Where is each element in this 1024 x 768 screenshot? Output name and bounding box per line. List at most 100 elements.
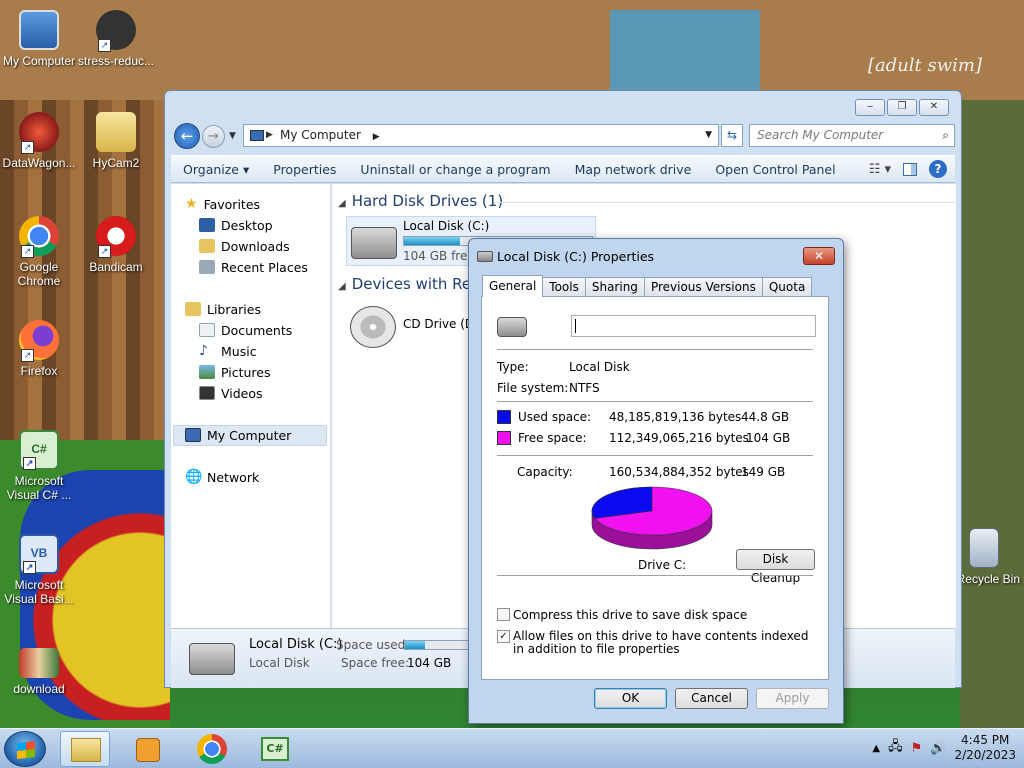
taskbar-visual-csharp[interactable]: C# [250,731,300,767]
dialog-close-button[interactable]: ✕ [803,247,835,265]
nav-pictures[interactable]: Pictures [199,362,271,382]
taskbar-media-player[interactable] [122,731,172,767]
address-row: ← → ▼ ▶ My Computer ▶ ▼ ⇆ Search My Comp… [171,123,955,149]
nav-downloads[interactable]: Downloads [199,236,290,256]
address-dropdown-icon[interactable]: ▼ [705,125,712,146]
forward-button[interactable]: → [202,125,225,148]
clock-time: 4:45 PM [961,733,1010,747]
cancel-button[interactable]: Cancel [675,688,748,709]
group-header-label: Devices with Rem [351,275,486,293]
group-header-hard-disks[interactable]: ◢ Hard Disk Drives (1) [338,192,503,210]
drive-label-input[interactable] [571,315,816,337]
nav-recent-places[interactable]: Recent Places [199,257,308,277]
drive-usage-fill [404,237,461,245]
tab-general[interactable]: General [482,275,544,297]
map-network-drive-button[interactable]: Map network drive [563,162,704,177]
folder-icon [71,738,101,762]
nav-network[interactable]: 🌐 Network [185,467,259,487]
desktop-icon-my-computer[interactable]: My Computer [0,10,79,68]
search-input[interactable]: Search My Computer ⌕ [749,124,955,147]
nav-my-computer[interactable]: My Computer [185,425,291,445]
change-view-icon[interactable]: ☷ ▾ [869,162,891,177]
nav-documents[interactable]: Documents [199,320,292,340]
collapse-icon[interactable]: ◢ [338,198,346,209]
desktop-icon-firefox[interactable]: ↗ Firefox [0,320,79,378]
apply-button[interactable]: Apply [756,688,829,709]
network-status-icon[interactable]: 🖧 [888,737,903,759]
desktop-icon-stress-reduc[interactable]: ↗ stress-reduc... [76,10,156,68]
maximize-button[interactable]: ❐ [887,99,917,116]
network-icon: 🌐 [185,469,203,485]
properties-button[interactable]: Properties [261,162,348,177]
clock-date: 2/20/2023 [954,748,1016,762]
action-center-icon[interactable]: ⚑ [911,741,923,756]
help-icon[interactable]: ? [929,160,947,178]
used-space-swatch [497,410,511,424]
taskbar-chrome[interactable] [186,731,236,767]
general-tab-panel: Type: Local Disk File system: NTFS Used … [481,296,829,680]
tab-quota[interactable]: Quota [761,277,813,297]
desktop-icon-label: Bandicam [89,260,143,274]
desktop-icon-download[interactable]: download [0,648,79,696]
divider [497,455,813,456]
nav-label: Favorites [203,196,261,212]
hard-drive-icon [189,643,235,675]
open-control-panel-button[interactable]: Open Control Panel [703,162,847,177]
tab-tools[interactable]: Tools [542,277,586,297]
ok-button[interactable]: OK [594,688,667,709]
cd-drive-icon[interactable] [350,306,396,348]
desktop-icon-label: download [13,682,65,696]
taskbar-explorer[interactable] [60,731,110,767]
recent-places-icon [199,260,215,274]
index-contents-label[interactable]: Allow files on this drive to have conten… [513,630,813,656]
desktop-icon-datawagon[interactable]: ↗ DataWagon... [0,112,79,170]
wallpaper-right [960,100,1024,730]
group-header-label: Hard Disk Drives (1) [351,192,504,210]
show-hidden-icons-icon[interactable]: ▲ [872,743,880,754]
uninstall-program-button[interactable]: Uninstall or change a program [348,162,562,177]
drive-name: Local Disk (C:) [403,219,490,233]
desktop-icon-visual-basic[interactable]: VB ↗ Microsoft Visual Basi... [0,534,79,606]
collapse-icon[interactable]: ◢ [338,281,346,292]
organize-menu[interactable]: Organize ▾ [171,162,261,177]
preview-pane-icon[interactable] [903,162,917,176]
chevron-right-icon[interactable]: ▶ [266,125,273,146]
used-space-bytes: 48,185,819,136 bytes [609,410,742,424]
desktop-icon-bandicam[interactable]: ↗ Bandicam [76,216,156,274]
nav-favorites[interactable]: ★ Favorites [185,194,260,214]
recent-pages-dropdown[interactable]: ▼ [229,131,236,141]
start-button[interactable] [4,731,46,767]
compress-drive-checkbox[interactable] [497,608,510,621]
desktop-icon-google-chrome[interactable]: ↗ Google Chrome [0,216,79,288]
breadcrumb-my-computer[interactable]: My Computer [280,128,361,142]
nav-desktop[interactable]: Desktop [199,215,273,235]
disk-cleanup-button[interactable]: Disk Cleanup [736,549,815,585]
chevron-right-icon[interactable]: ▶ [373,132,380,142]
group-header-removable[interactable]: ◢ Devices with Rem [338,275,486,293]
folder-icon [96,112,136,152]
nav-libraries[interactable]: Libraries [185,299,261,319]
star-icon: ★ [185,196,198,212]
properties-dialog: Local Disk (C:) Properties ✕ General Too… [468,238,844,724]
minimize-button[interactable]: ‒ [855,99,885,116]
clock[interactable]: 4:45 PM 2/20/2023 [954,733,1016,763]
search-icon[interactable]: ⌕ [942,125,949,146]
nav-music[interactable]: ♪ Music [199,341,257,361]
address-bar[interactable]: ▶ My Computer ▶ ▼ [243,124,719,147]
compress-drive-label[interactable]: Compress this drive to save disk space [513,608,747,622]
dialog-title: Local Disk (C:) Properties [497,249,655,264]
tab-sharing[interactable]: Sharing [584,277,645,297]
tab-previous-versions[interactable]: Previous Versions [643,277,763,297]
index-contents-checkbox[interactable]: ✓ [497,630,510,643]
desktop-icon-hycam2[interactable]: HyCam2 [76,112,156,170]
details-name: Local Disk (C:) [249,637,343,652]
volume-icon[interactable]: 🔊 [930,741,946,756]
back-button[interactable]: ← [174,123,200,149]
nav-label: Pictures [221,364,271,380]
close-button[interactable]: ✕ [919,99,949,116]
nav-videos[interactable]: Videos [199,383,263,403]
refresh-button[interactable]: ⇆ [721,124,743,147]
camera-icon: ↗ [96,10,136,52]
desktop-icon-visual-csharp[interactable]: C# ↗ Microsoft Visual C# ... [0,430,79,502]
cd-drive-name[interactable]: CD Drive (D: [403,317,478,331]
